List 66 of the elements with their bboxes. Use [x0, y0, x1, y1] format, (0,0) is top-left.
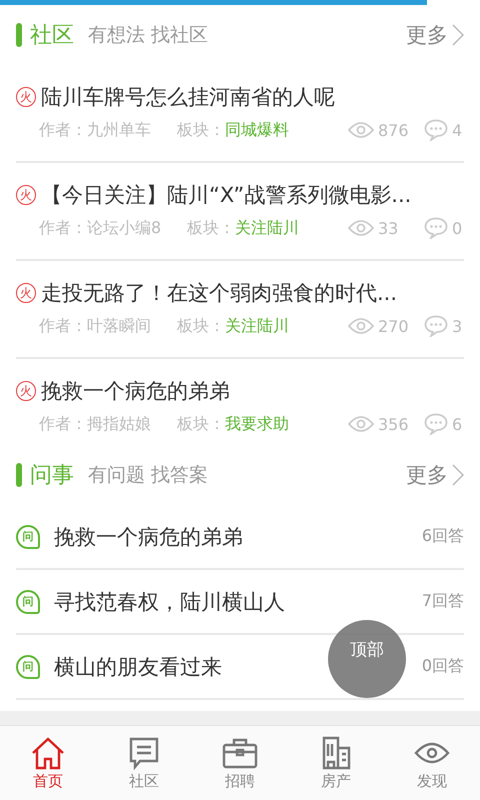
comment-icon: [424, 413, 448, 435]
author-label: 作者：: [39, 218, 87, 238]
question-badge: 问: [16, 590, 40, 614]
view-count: 33: [378, 218, 400, 238]
section-subtitle: 有想法 找社区: [88, 23, 210, 48]
tab[interactable]: 社区: [96, 726, 192, 800]
author-label: 作者：: [39, 414, 87, 434]
post-title[interactable]: 陆川车牌号怎么挂河南省的人呢: [41, 83, 335, 111]
tab[interactable]: 招聘: [192, 726, 288, 800]
eye-icon: [348, 415, 374, 433]
hot-badge: 火: [16, 87, 36, 107]
board-name[interactable]: 关注陆川: [235, 218, 300, 238]
comment-icon: [424, 315, 448, 337]
view-count: 356: [378, 414, 410, 434]
section-marker: [16, 463, 22, 487]
hot-badge: 火: [16, 185, 36, 205]
section-marker: [16, 23, 22, 47]
eye-icon: [348, 121, 374, 139]
author-name: 九州单车: [87, 120, 151, 140]
author-label: 作者：: [39, 316, 87, 336]
board-name[interactable]: 我要求助: [225, 414, 289, 434]
view-count: 270: [378, 316, 410, 336]
section-subtitle: 有问题 找答案: [88, 463, 210, 488]
author-name: 叶落瞬间: [87, 316, 151, 336]
comment-icon: [424, 119, 448, 141]
post-title[interactable]: 挽救一个病危的弟弟: [41, 377, 230, 405]
chevron-icon: [452, 464, 464, 486]
question-badge: 问: [16, 654, 40, 678]
author-name: 论坛小编8: [87, 218, 162, 238]
comment-count: 4: [452, 120, 464, 140]
more-link[interactable]: 更多: [406, 21, 448, 49]
question-title[interactable]: 挽救一个病危的弟弟: [54, 522, 243, 550]
section-title: 社区: [30, 22, 74, 50]
author-label: 作者：: [39, 120, 87, 140]
answer-count: 6回答: [422, 526, 464, 547]
board-name[interactable]: 同城爆料: [225, 120, 289, 140]
question-title[interactable]: 横山的朋友看过来: [54, 652, 222, 680]
comment-count: 6: [452, 414, 464, 434]
eye-icon: [348, 219, 374, 237]
section-title: 问事: [30, 462, 74, 490]
author-name: 拇指姑娘: [87, 414, 151, 434]
board-label: 板块：: [187, 218, 236, 238]
tab[interactable]: 房产: [288, 726, 384, 800]
tab[interactable]: 发现: [384, 726, 480, 800]
board-label: 板块：: [177, 316, 225, 336]
back-to-top-button[interactable]: 顶部: [328, 620, 406, 698]
post-title[interactable]: 走投无路了！在这个弱肉强食的时代...: [41, 279, 398, 307]
board-label: 板块：: [177, 414, 225, 434]
answer-count: 0回答: [422, 656, 464, 677]
chevron-icon: [452, 24, 464, 46]
hot-badge: 火: [16, 381, 36, 401]
board-label: 板块：: [177, 120, 225, 140]
comment-count: 0: [452, 218, 464, 238]
more-link[interactable]: 更多: [406, 461, 448, 489]
comment-icon: [424, 217, 448, 239]
board-name[interactable]: 关注陆川: [225, 316, 289, 336]
answer-count: 7回答: [422, 591, 464, 612]
question-badge: 问: [16, 524, 40, 548]
view-count: 876: [378, 120, 410, 140]
tab[interactable]: 首页: [0, 726, 96, 800]
question-title[interactable]: 寻找范春权，陆川横山人: [54, 588, 285, 616]
home-icon: [30, 736, 66, 770]
comment-count: 3: [452, 316, 464, 336]
hot-badge: 火: [16, 283, 36, 303]
post-title[interactable]: 【今日关注】陆川“X”战警系列微电影...: [41, 181, 412, 209]
eye-icon: [348, 317, 374, 335]
